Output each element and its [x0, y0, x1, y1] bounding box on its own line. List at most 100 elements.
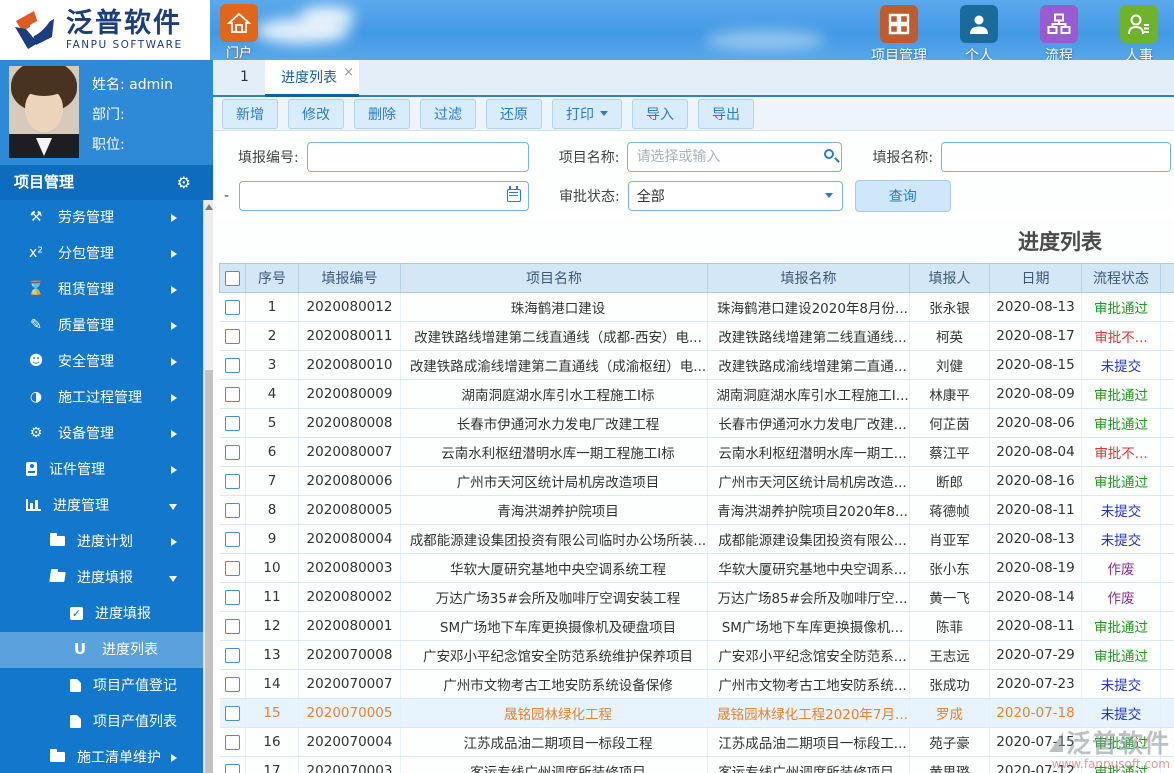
report-name-link[interactable]: 广安邓小平纪念馆安全防范系... — [707, 640, 910, 670]
sidebar-item-进度填报[interactable]: 进度填报 — [0, 560, 203, 596]
sidebar-item-进度列表[interactable]: U 进度列表 — [0, 632, 203, 668]
scroll-up-icon[interactable] — [205, 204, 213, 210]
row-checkbox[interactable] — [224, 705, 240, 721]
table-row[interactable]: 16 2020070004 江苏成品油二期项目一标段工程 江苏成品油二期项目一标段工.… — [219, 727, 1174, 757]
project-name-link[interactable]: 青海洪湖养护院项目 — [400, 495, 708, 525]
新增-button[interactable]: 新增 — [222, 98, 278, 129]
portal-button[interactable]: 门户 — [219, 4, 259, 60]
report-name-link[interactable]: 云南水利枢纽潜明水库一期工... — [707, 437, 910, 467]
row-checkbox[interactable] — [224, 502, 240, 518]
app-button-流程[interactable]: 流程 — [1030, 5, 1088, 60]
report-name-link[interactable]: 青海洪湖养护院项目2020年8... — [707, 495, 910, 525]
report-name-link[interactable]: 华软大厦研究基地中央空调系... — [707, 553, 910, 583]
table-row[interactable]: 8 2020080005 青海洪湖养护院项目 青海洪湖养护院项目2020年8... 蒋德… — [219, 495, 1174, 525]
report-code-link[interactable]: 2020070008 — [298, 640, 401, 670]
project-name-link[interactable]: 晟铭园林绿化工程 — [400, 698, 708, 728]
sidebar-item-施工过程管理[interactable]: ◑ 施工过程管理 — [0, 380, 203, 416]
project-name-link[interactable]: 长春市伊通河水力发电厂改建工程 — [400, 408, 708, 438]
row-checkbox[interactable] — [224, 531, 240, 547]
tab-progress-list[interactable]: 进度列表 × — [265, 60, 359, 97]
过滤-button[interactable]: 过滤 — [420, 98, 476, 129]
report-code-link[interactable]: 2020080010 — [298, 350, 401, 380]
project-name-link[interactable]: 改建铁路成渝线增建第二直通线（成渝枢纽）电... — [400, 350, 708, 380]
table-row[interactable]: 15 2020070005 晟铭园林绿化工程 晟铭园林绿化工程2020年7月... 罗成… — [219, 698, 1174, 728]
row-checkbox[interactable] — [224, 328, 240, 344]
sidebar-item-施工清单维护[interactable]: 施工清单维护 — [0, 740, 203, 773]
report-code-link[interactable]: 2020080004 — [298, 524, 401, 554]
sidebar-item-质量管理[interactable]: ✎ 质量管理 — [0, 308, 203, 344]
sidebar-item-分包管理[interactable]: x² 分包管理 — [0, 236, 203, 272]
app-button-个人[interactable]: 个人 — [950, 5, 1008, 60]
table-row[interactable]: 11 2020080002 万达广场35#会所及咖啡厅空调安装工程 万达广场85#会所… — [219, 582, 1174, 612]
table-row[interactable]: 1 2020080012 珠海鹤港口建设 珠海鹤港口建设2020年8月份... 张永银 2… — [219, 292, 1174, 322]
search-icon[interactable] — [824, 148, 835, 159]
删除-button[interactable]: 删除 — [354, 98, 410, 129]
report-name-link[interactable]: 广州市天河区统计局机房改造... — [707, 466, 910, 496]
report-code-link[interactable]: 2020070003 — [298, 756, 401, 773]
report-name-link[interactable]: 长春市伊通河水力发电厂改建... — [707, 408, 910, 438]
report-name-link[interactable]: 广州市文物考古工地安防系统... — [707, 669, 910, 699]
project-name-link[interactable]: 珠海鹤港口建设 — [400, 292, 708, 322]
project-name-link[interactable]: 广安邓小平纪念馆安全防范系统维护保养项目 — [400, 640, 708, 670]
table-row[interactable]: 12 2020080001 SM广场地下车库更换摄像机及硬盘项目 SM广场地下车库更换… — [219, 611, 1174, 641]
project-name-link[interactable]: 广州市文物考古工地安防系统设备保修 — [400, 669, 708, 699]
scrollbar-thumb[interactable] — [205, 370, 213, 773]
project-name-link[interactable]: 华软大厦研究基地中央空调系统工程 — [400, 553, 708, 583]
sidebar-section-header[interactable]: 项目管理 ⚙ — [0, 165, 213, 200]
report-code-link[interactable]: 2020080007 — [298, 437, 401, 467]
sidebar-item-劳务管理[interactable]: ⚒ 劳务管理 — [0, 200, 203, 236]
project-name-link[interactable]: 江苏成品油二期项目一标段工程 — [400, 727, 708, 757]
table-row[interactable]: 3 2020080010 改建铁路成渝线增建第二直通线（成渝枢纽）电... 改建铁路成… — [219, 350, 1174, 380]
report-code-link[interactable]: 2020080012 — [298, 292, 401, 322]
row-checkbox[interactable] — [224, 676, 240, 692]
report-code-link[interactable]: 2020080009 — [298, 379, 401, 409]
sidebar-scrollbar[interactable] — [203, 200, 213, 773]
导入-button[interactable]: 导入 — [632, 98, 688, 129]
report-name-input[interactable] — [941, 141, 1172, 172]
project-name-link[interactable]: 成都能源建设集团投资有限公司临时办公场所装... — [400, 524, 708, 554]
report-no-input[interactable] — [306, 141, 529, 172]
table-row[interactable]: 4 2020080009 湖南洞庭湖水库引水工程施工I标 湖南洞庭湖水库引水工程施工I… — [219, 379, 1174, 409]
gear-icon[interactable]: ⚙ — [177, 165, 191, 200]
app-button-人事[interactable]: 人事 — [1110, 5, 1168, 60]
table-row[interactable]: 5 2020080008 长春市伊通河水力发电厂改建工程 长春市伊通河水力发电厂改建.… — [219, 408, 1174, 438]
report-name-link[interactable]: 晟铭园林绿化工程2020年7月... — [707, 698, 910, 728]
report-name-link[interactable]: 珠海鹤港口建设2020年8月份... — [707, 292, 910, 322]
row-checkbox[interactable] — [224, 386, 240, 402]
project-name-link[interactable]: 改建铁路线增建第二线直通线（成都-西安）电... — [400, 321, 708, 351]
report-name-link[interactable]: 改建铁路成渝线增建第二直通... — [707, 350, 910, 380]
sidebar-item-项目产值登记[interactable]: 项目产值登记 — [0, 668, 203, 704]
sidebar-item-租赁管理[interactable]: ⌛ 租赁管理 — [0, 272, 203, 308]
close-icon[interactable]: × — [343, 54, 354, 91]
report-code-link[interactable]: 2020070004 — [298, 727, 401, 757]
table-row[interactable]: 17 2020070003 客运专线广州调度所装修项目 客运专线广州调度所装修项目..… — [219, 756, 1174, 773]
table-row[interactable]: 10 2020080003 华软大厦研究基地中央空调系统工程 华软大厦研究基地中央空调… — [219, 553, 1174, 583]
project-name-link[interactable]: 客运专线广州调度所装修项目 — [400, 756, 708, 773]
table-row[interactable]: 9 2020080004 成都能源建设集团投资有限公司临时办公场所装... 成都能源建… — [219, 524, 1174, 554]
sidebar-item-进度计划[interactable]: 进度计划 — [0, 524, 203, 560]
report-name-link[interactable]: 湖南洞庭湖水库引水工程施工I... — [707, 379, 910, 409]
project-name-link[interactable]: SM广场地下车库更换摄像机及硬盘项目 — [400, 611, 708, 641]
app-button-项目管理[interactable]: 项目管理 — [870, 5, 928, 60]
approval-status-select[interactable]: 全部 — [627, 180, 843, 211]
date-input[interactable] — [239, 180, 530, 211]
search-button[interactable]: 查询 — [854, 179, 951, 212]
project-name-link[interactable]: 广州市天河区统计局机房改造项目 — [400, 466, 708, 496]
row-checkbox[interactable] — [224, 734, 240, 750]
report-code-link[interactable]: 2020080003 — [298, 553, 401, 583]
row-checkbox[interactable] — [224, 618, 240, 634]
row-checkbox[interactable] — [224, 444, 240, 460]
导出-button[interactable]: 导出 — [698, 98, 754, 129]
sidebar-item-设备管理[interactable]: ⚙ 设备管理 — [0, 416, 203, 452]
report-name-link[interactable]: 成都能源建设集团投资有限公... — [707, 524, 910, 554]
project-input[interactable] — [627, 141, 843, 172]
report-code-link[interactable]: 2020070007 — [298, 669, 401, 699]
row-checkbox[interactable] — [224, 763, 240, 773]
report-code-link[interactable]: 2020080011 — [298, 321, 401, 351]
report-code-link[interactable]: 2020080006 — [298, 466, 401, 496]
row-checkbox[interactable] — [224, 299, 240, 315]
report-code-link[interactable]: 2020080002 — [298, 582, 401, 612]
table-row[interactable]: 6 2020080007 云南水利枢纽潜明水库一期工程施工I标 云南水利枢纽潜明水库一… — [219, 437, 1174, 467]
report-name-link[interactable]: 客运专线广州调度所装修项目... — [707, 756, 910, 773]
table-row[interactable]: 13 2020070008 广安邓小平纪念馆安全防范系统维护保养项目 广安邓小平纪念馆… — [219, 640, 1174, 670]
